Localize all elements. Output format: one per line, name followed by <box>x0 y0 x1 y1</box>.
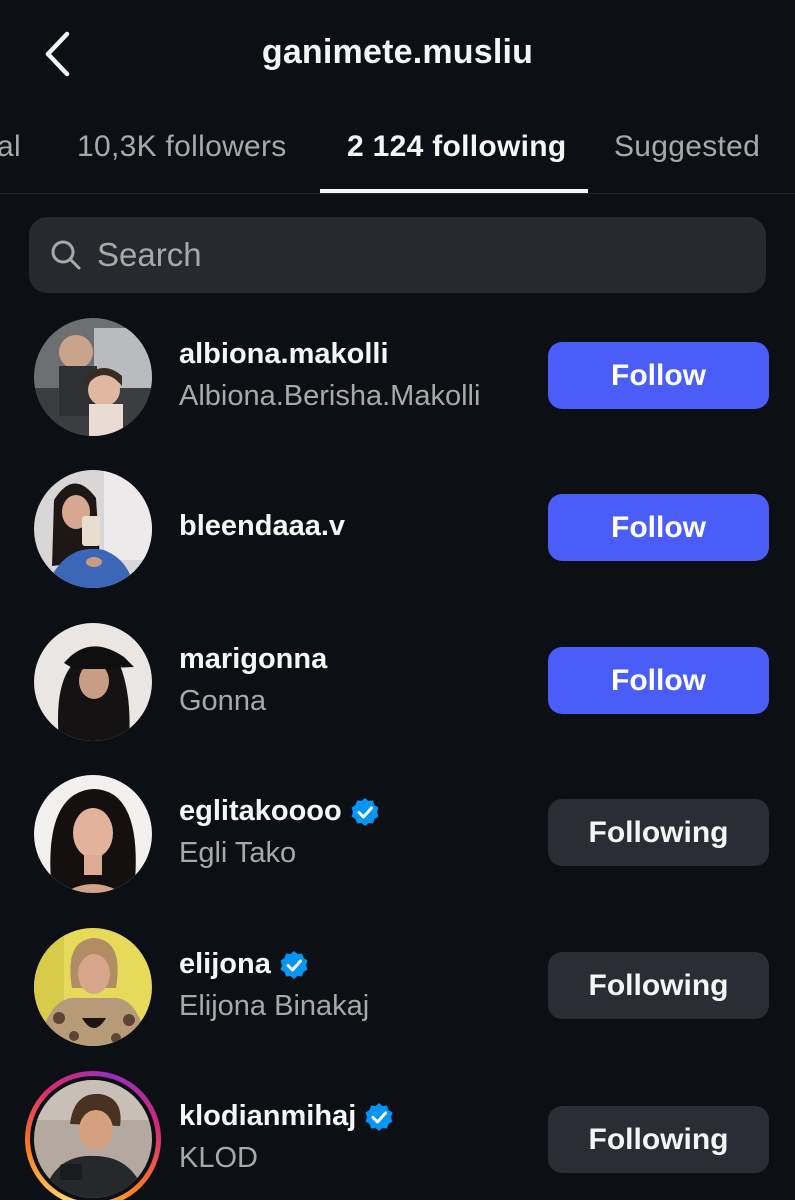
list-item: marigonna Gonna Follow <box>0 623 795 773</box>
username[interactable]: albiona.makolli <box>179 338 480 371</box>
username[interactable]: klodianmihaj <box>179 1100 394 1133</box>
user-names: elijona Elijona Binakaj <box>179 948 369 1023</box>
profile-photo-icon <box>34 775 152 893</box>
search-input[interactable] <box>97 236 697 274</box>
profile-photo-icon <box>34 470 152 588</box>
follow-button[interactable]: Follow <box>548 494 769 561</box>
tab-suggested[interactable]: Suggested <box>614 130 760 164</box>
list-item: bleendaaa.v Follow <box>0 470 795 620</box>
list-item: elijona Elijona Binakaj Following <box>0 928 795 1078</box>
full-name: Elijona Binakaj <box>179 990 370 1022</box>
profile-photo-icon <box>34 928 152 1046</box>
verified-badge-icon <box>280 950 308 979</box>
avatar[interactable] <box>34 623 152 741</box>
follow-button[interactable]: Follow <box>548 342 769 409</box>
profile-photo-icon <box>34 318 152 436</box>
username[interactable]: bleendaaa.v <box>179 510 345 543</box>
user-names: marigonna Gonna <box>179 643 327 718</box>
profile-photo-icon <box>34 1080 152 1198</box>
avatar[interactable] <box>34 775 152 893</box>
search-icon <box>51 240 81 270</box>
avatar[interactable] <box>34 318 152 436</box>
user-names: bleendaaa.v <box>179 510 345 543</box>
following-button[interactable]: Following <box>548 799 769 866</box>
verified-badge-icon <box>351 797 379 826</box>
profile-photo-icon <box>34 623 152 741</box>
follow-button[interactable]: Follow <box>548 647 769 714</box>
full-name: Albiona.Berisha.Makolli <box>179 380 481 412</box>
list-item: albiona.makolli Albiona.Berisha.Makolli … <box>0 318 795 468</box>
tab-followers[interactable]: 10,3K followers <box>77 130 287 164</box>
following-button[interactable]: Following <box>548 952 769 1019</box>
username[interactable]: marigonna <box>179 643 327 676</box>
tab-bar: al 10,3K followers 2 124 following Sugge… <box>0 110 795 194</box>
user-names: albiona.makolli Albiona.Berisha.Makolli <box>179 338 480 413</box>
full-name: KLOD <box>179 1142 258 1174</box>
page-title: ganimete.musliu <box>261 33 534 71</box>
search-bar[interactable] <box>29 217 766 293</box>
full-name: Gonna <box>179 685 267 717</box>
tab-mutual[interactable]: al <box>0 130 21 164</box>
user-names: klodianmihaj KLOD <box>179 1100 394 1175</box>
avatar[interactable] <box>34 470 152 588</box>
header: ganimete.musliu <box>0 0 795 110</box>
full-name: Egli Tako <box>179 837 297 869</box>
following-screen: ganimete.musliu al 10,3K followers 2 124… <box>0 0 795 1200</box>
list-item: klodianmihaj KLOD Following <box>0 1071 795 1200</box>
list-item: eglitakoooo Egli Tako Following <box>0 775 795 925</box>
username[interactable]: eglitakoooo <box>179 795 380 828</box>
tab-following[interactable]: 2 124 following <box>347 130 567 164</box>
verified-badge-icon <box>365 1102 393 1131</box>
user-names: eglitakoooo Egli Tako <box>179 795 380 870</box>
active-tab-indicator <box>320 189 588 193</box>
avatar[interactable] <box>34 1080 152 1198</box>
avatar[interactable] <box>34 928 152 1046</box>
username[interactable]: elijona <box>179 948 369 981</box>
following-button[interactable]: Following <box>548 1106 769 1173</box>
